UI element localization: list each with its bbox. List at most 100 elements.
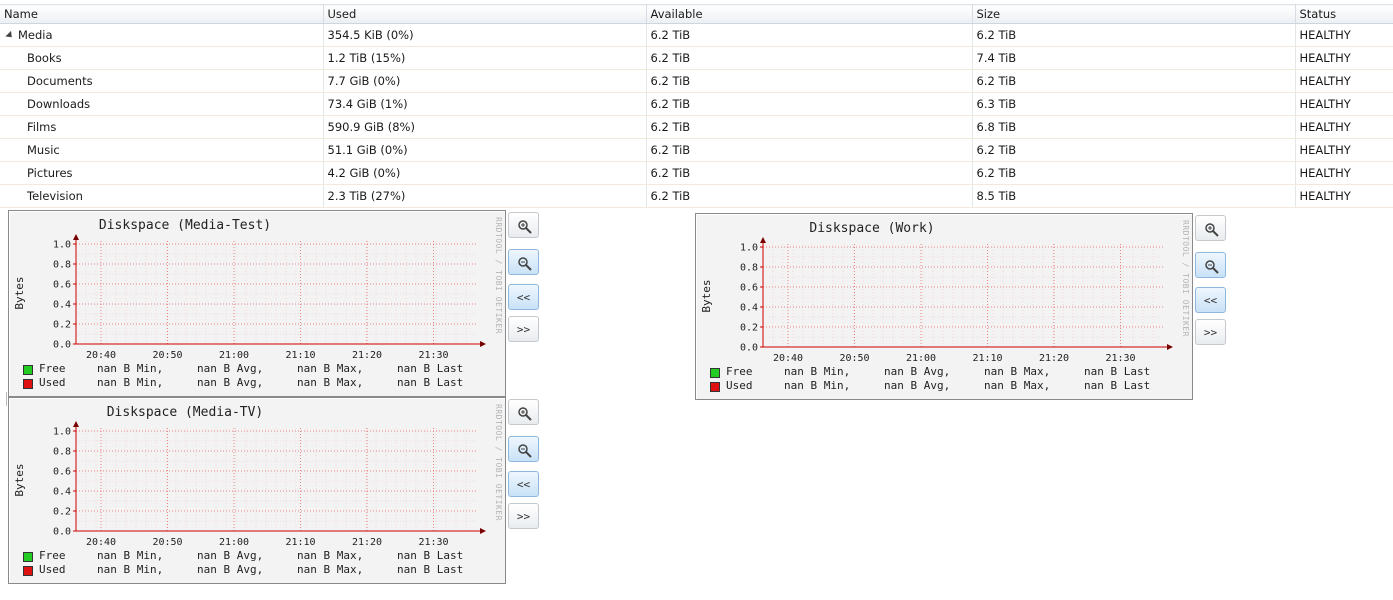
x-tick-label: 21:10 — [285, 537, 315, 548]
x-tick-label: 21:20 — [1039, 353, 1069, 364]
x-tick-label: 20:40 — [86, 350, 116, 361]
column-header-used[interactable]: Used — [323, 4, 647, 24]
x-tick-label: 21:10 — [285, 350, 315, 361]
legend-min: nan B Min, — [97, 563, 164, 576]
expand-triangle-icon[interactable] — [5, 30, 15, 41]
legend-series-name: Used — [39, 376, 66, 389]
column-header-status[interactable]: Status — [1295, 4, 1393, 24]
y-tick-label: 0.0 — [740, 343, 758, 354]
cell-name: Pictures — [0, 161, 324, 185]
table-header-row: Name Used Available Size Status — [0, 4, 1393, 24]
cell-status: HEALTHY — [1295, 115, 1393, 139]
column-header-name[interactable]: Name — [0, 4, 324, 24]
table-row[interactable]: Television 2.3 TiB (27%) 6.2 TiB 8.5 TiB… — [0, 184, 1393, 208]
cell-status: HEALTHY — [1295, 138, 1393, 162]
rrdtool-watermark: RRDTOOL / TOBI OETIKER — [494, 404, 503, 521]
cell-used: 73.4 GiB (1%) — [323, 92, 647, 116]
legend-max: nan B Max, — [297, 549, 364, 562]
cell-size: 6.2 TiB — [972, 69, 1296, 93]
legend-swatch — [710, 382, 720, 392]
zoom-out-icon — [518, 444, 532, 458]
legend-swatch — [23, 379, 33, 389]
zoom-in-button[interactable] — [508, 399, 539, 425]
pan-forward-button[interactable]: >> — [508, 316, 539, 342]
cell-used: 51.1 GiB (0%) — [323, 138, 647, 162]
pan-back-button[interactable]: << — [508, 471, 539, 497]
legend-min: nan B Min, — [784, 365, 851, 378]
x-tick-label: 21:20 — [352, 537, 382, 548]
x-axis-arrow-icon — [480, 341, 486, 347]
cell-status: HEALTHY — [1295, 92, 1393, 116]
cell-used: 354.5 KiB (0%) — [323, 23, 647, 47]
legend-swatch — [23, 566, 33, 576]
zoom-out-button[interactable] — [508, 249, 539, 275]
y-tick-label: 0.2 — [740, 323, 758, 334]
pan-back-button[interactable]: << — [508, 284, 539, 310]
cell-available: 6.2 TiB — [646, 161, 973, 185]
x-tick-label: 20:50 — [839, 353, 869, 364]
graph-title: Diskspace (Media-Test) — [99, 218, 271, 233]
legend-min: nan B Min, — [97, 376, 164, 389]
cell-available: 6.2 TiB — [646, 46, 973, 70]
pan-forward-button[interactable]: >> — [508, 503, 539, 529]
zoom-out-button[interactable] — [508, 436, 539, 462]
cell-status: HEALTHY — [1295, 184, 1393, 208]
rrdtool-watermark: RRDTOOL / TOBI OETIKER — [1181, 220, 1190, 337]
cell-status: HEALTHY — [1295, 46, 1393, 70]
zoom-in-icon — [1205, 223, 1219, 237]
table-row[interactable]: Music 51.1 GiB (0%) 6.2 TiB 6.2 TiB HEAL… — [0, 138, 1393, 162]
legend-avg: nan B Avg, — [884, 365, 951, 378]
cell-size: 8.5 TiB — [972, 184, 1296, 208]
zoom-in-icon — [518, 407, 532, 421]
table-row[interactable]: Books 1.2 TiB (15%) 6.2 TiB 7.4 TiB HEAL… — [0, 46, 1393, 70]
y-tick-label: 1.0 — [53, 427, 71, 438]
rrdtool-watermark: RRDTOOL / TOBI OETIKER — [494, 217, 503, 334]
legend-row-used: Used nan B Min, nan B Avg, nan B Max, nan B … — [23, 563, 493, 577]
x-tick-label: 20:50 — [152, 350, 182, 361]
legend-series-name: Used — [726, 379, 753, 392]
pan-forward-button[interactable]: >> — [1195, 319, 1226, 345]
x-tick-label: 21:30 — [418, 350, 448, 361]
y-axis-label: Bytes — [700, 279, 713, 312]
zoom-in-button[interactable] — [508, 212, 539, 238]
y-tick-label: 0.6 — [53, 280, 71, 291]
column-header-available[interactable]: Available — [646, 4, 973, 24]
table-row[interactable]: Films 590.9 GiB (8%) 6.2 TiB 6.8 TiB HEA… — [0, 115, 1393, 139]
legend-row-used: Used nan B Min, nan B Avg, nan B Max, nan B … — [710, 379, 1180, 393]
y-tick-label: 0.6 — [53, 467, 71, 478]
graph-widget-work: Diskspace (Work) RRDTOOL / TOBI OETIKER By… — [695, 213, 1231, 400]
row-name: Media — [18, 28, 53, 42]
y-axis-arrow-icon — [760, 237, 766, 243]
y-tick-label: 0.4 — [53, 487, 71, 498]
cell-used: 7.7 GiB (0%) — [323, 69, 647, 93]
y-tick-label: 0.8 — [53, 447, 71, 458]
legend-swatch — [23, 365, 33, 375]
legend-last: nan B Last — [397, 376, 464, 389]
legend-last: nan B Last — [397, 563, 464, 576]
legend-max: nan B Max, — [297, 563, 364, 576]
zoom-in-button[interactable] — [1195, 215, 1226, 241]
y-tick-label: 0.0 — [53, 527, 71, 538]
table-row[interactable]: Documents 7.7 GiB (0%) 6.2 TiB 6.2 TiB H… — [0, 69, 1393, 93]
cell-name: Books — [0, 46, 324, 70]
column-header-size[interactable]: Size — [972, 4, 1296, 24]
cell-used: 4.2 GiB (0%) — [323, 161, 647, 185]
legend-avg: nan B Avg, — [197, 362, 264, 375]
legend-max: nan B Max, — [984, 379, 1051, 392]
x-tick-label: 21:00 — [219, 537, 249, 548]
cell-status: HEALTHY — [1295, 161, 1393, 185]
x-tick-label: 21:10 — [972, 353, 1002, 364]
legend-avg: nan B Avg, — [884, 379, 951, 392]
table-row[interactable]: Media 354.5 KiB (0%) 6.2 TiB 6.2 TiB HEA… — [0, 23, 1393, 47]
cell-size: 6.2 TiB — [972, 138, 1296, 162]
y-tick-label: 0.8 — [53, 260, 71, 271]
legend-last: nan B Last — [1084, 379, 1151, 392]
legend-max: nan B Max, — [984, 365, 1051, 378]
table-row[interactable]: Pictures 4.2 GiB (0%) 6.2 TiB 6.2 TiB HE… — [0, 161, 1393, 185]
legend-row-free: Free nan B Min, nan B Avg, nan B Max, nan B … — [710, 365, 1180, 379]
graph-image: Diskspace (Media-TV) RRDTOOL / TOBI OETIK… — [8, 397, 506, 584]
graph-legend: Free nan B Min, nan B Avg, nan B Max, nan B … — [23, 549, 493, 577]
zoom-out-button[interactable] — [1195, 252, 1226, 278]
table-row[interactable]: Downloads 73.4 GiB (1%) 6.2 TiB 6.3 TiB … — [0, 92, 1393, 116]
pan-back-button[interactable]: << — [1195, 287, 1226, 313]
